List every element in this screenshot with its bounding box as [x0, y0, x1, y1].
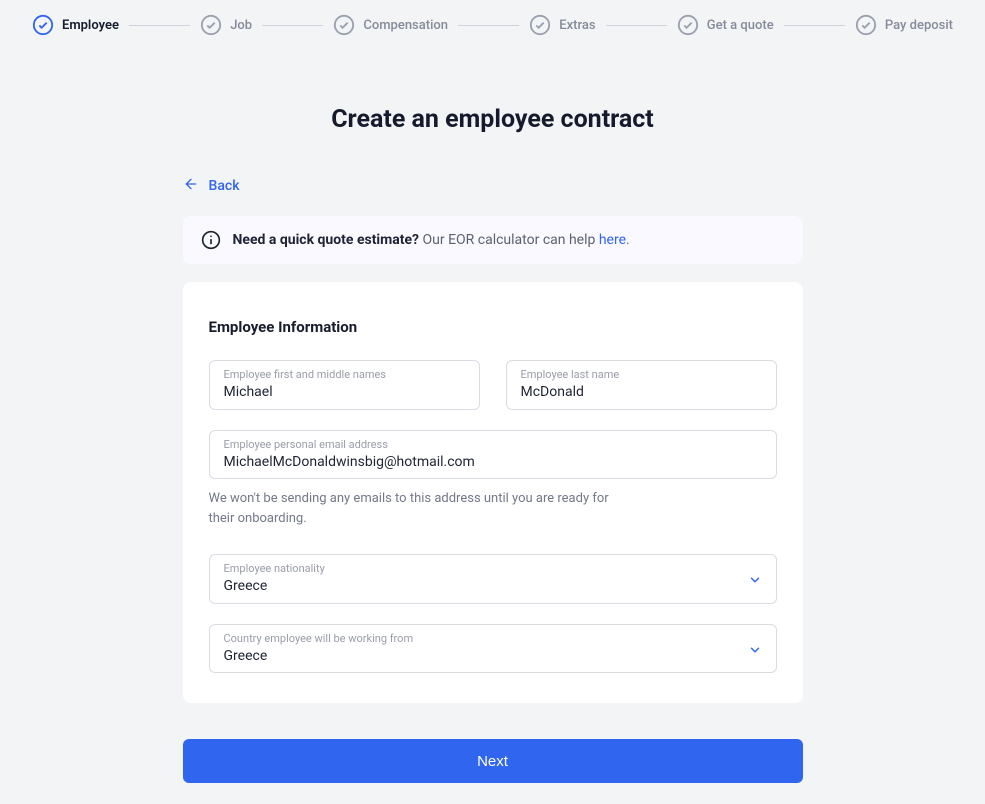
- arrow-left-icon: [183, 176, 199, 196]
- field-label: Employee last name: [521, 368, 762, 381]
- section-heading: Employee Information: [209, 318, 777, 336]
- step-employee[interactable]: Employee: [32, 14, 119, 36]
- step-divider: [784, 25, 845, 26]
- step-extras[interactable]: Extras: [529, 14, 595, 36]
- field-value: MichaelMcDonaldwinsbig@hotmail.com: [224, 453, 762, 473]
- step-label: Extras: [559, 18, 595, 33]
- step-compensation[interactable]: Compensation: [333, 14, 448, 36]
- field-label: Employee personal email address: [224, 438, 762, 451]
- last-name-field[interactable]: Employee last name McDonald: [506, 360, 777, 410]
- field-value: Greece: [224, 647, 762, 667]
- field-label: Country employee will be working from: [224, 632, 762, 645]
- check-circle-icon: [529, 14, 551, 36]
- field-value: Greece: [224, 577, 762, 597]
- step-get-quote[interactable]: Get a quote: [677, 14, 774, 36]
- back-link[interactable]: Back: [183, 176, 240, 196]
- banner-here-link[interactable]: here: [599, 232, 626, 248]
- page-title: Create an employee contract: [331, 105, 654, 134]
- step-label: Job: [230, 18, 252, 33]
- info-icon: [201, 230, 221, 250]
- check-circle-icon: [333, 14, 355, 36]
- chevron-down-icon: [748, 572, 762, 586]
- first-name-field[interactable]: Employee first and middle names Michael: [209, 360, 480, 410]
- step-label: Pay deposit: [885, 18, 953, 33]
- step-label: Get a quote: [707, 18, 774, 33]
- email-field[interactable]: Employee personal email address MichaelM…: [209, 430, 777, 480]
- step-divider: [129, 25, 190, 26]
- stepper: Employee Job Compensation Extras: [0, 0, 985, 50]
- nationality-select[interactable]: Employee nationality Greece: [209, 554, 777, 604]
- check-circle-icon: [200, 14, 222, 36]
- employee-info-card: Employee Information Employee first and …: [183, 282, 803, 703]
- step-label: Compensation: [363, 18, 448, 33]
- step-divider: [458, 25, 519, 26]
- step-job[interactable]: Job: [200, 14, 252, 36]
- field-label: Employee first and middle names: [224, 368, 465, 381]
- step-pay-deposit[interactable]: Pay deposit: [855, 14, 953, 36]
- work-country-select[interactable]: Country employee will be working from Gr…: [209, 624, 777, 674]
- step-divider: [606, 25, 667, 26]
- email-helper-text: We won't be sending any emails to this a…: [209, 489, 629, 528]
- chevron-down-icon: [748, 642, 762, 656]
- banner-text: Need a quick quote estimate? Our EOR cal…: [233, 232, 630, 248]
- field-value: McDonald: [521, 383, 762, 403]
- step-divider: [262, 25, 323, 26]
- field-value: Michael: [224, 383, 465, 403]
- banner-strong: Need a quick quote estimate?: [233, 232, 420, 248]
- field-label: Employee nationality: [224, 562, 762, 575]
- check-circle-icon: [32, 14, 54, 36]
- check-circle-icon: [855, 14, 877, 36]
- next-button[interactable]: Next: [183, 739, 803, 783]
- check-circle-icon: [677, 14, 699, 36]
- quote-estimate-banner: Need a quick quote estimate? Our EOR cal…: [183, 216, 803, 264]
- step-label: Employee: [62, 18, 119, 33]
- back-label: Back: [209, 178, 240, 194]
